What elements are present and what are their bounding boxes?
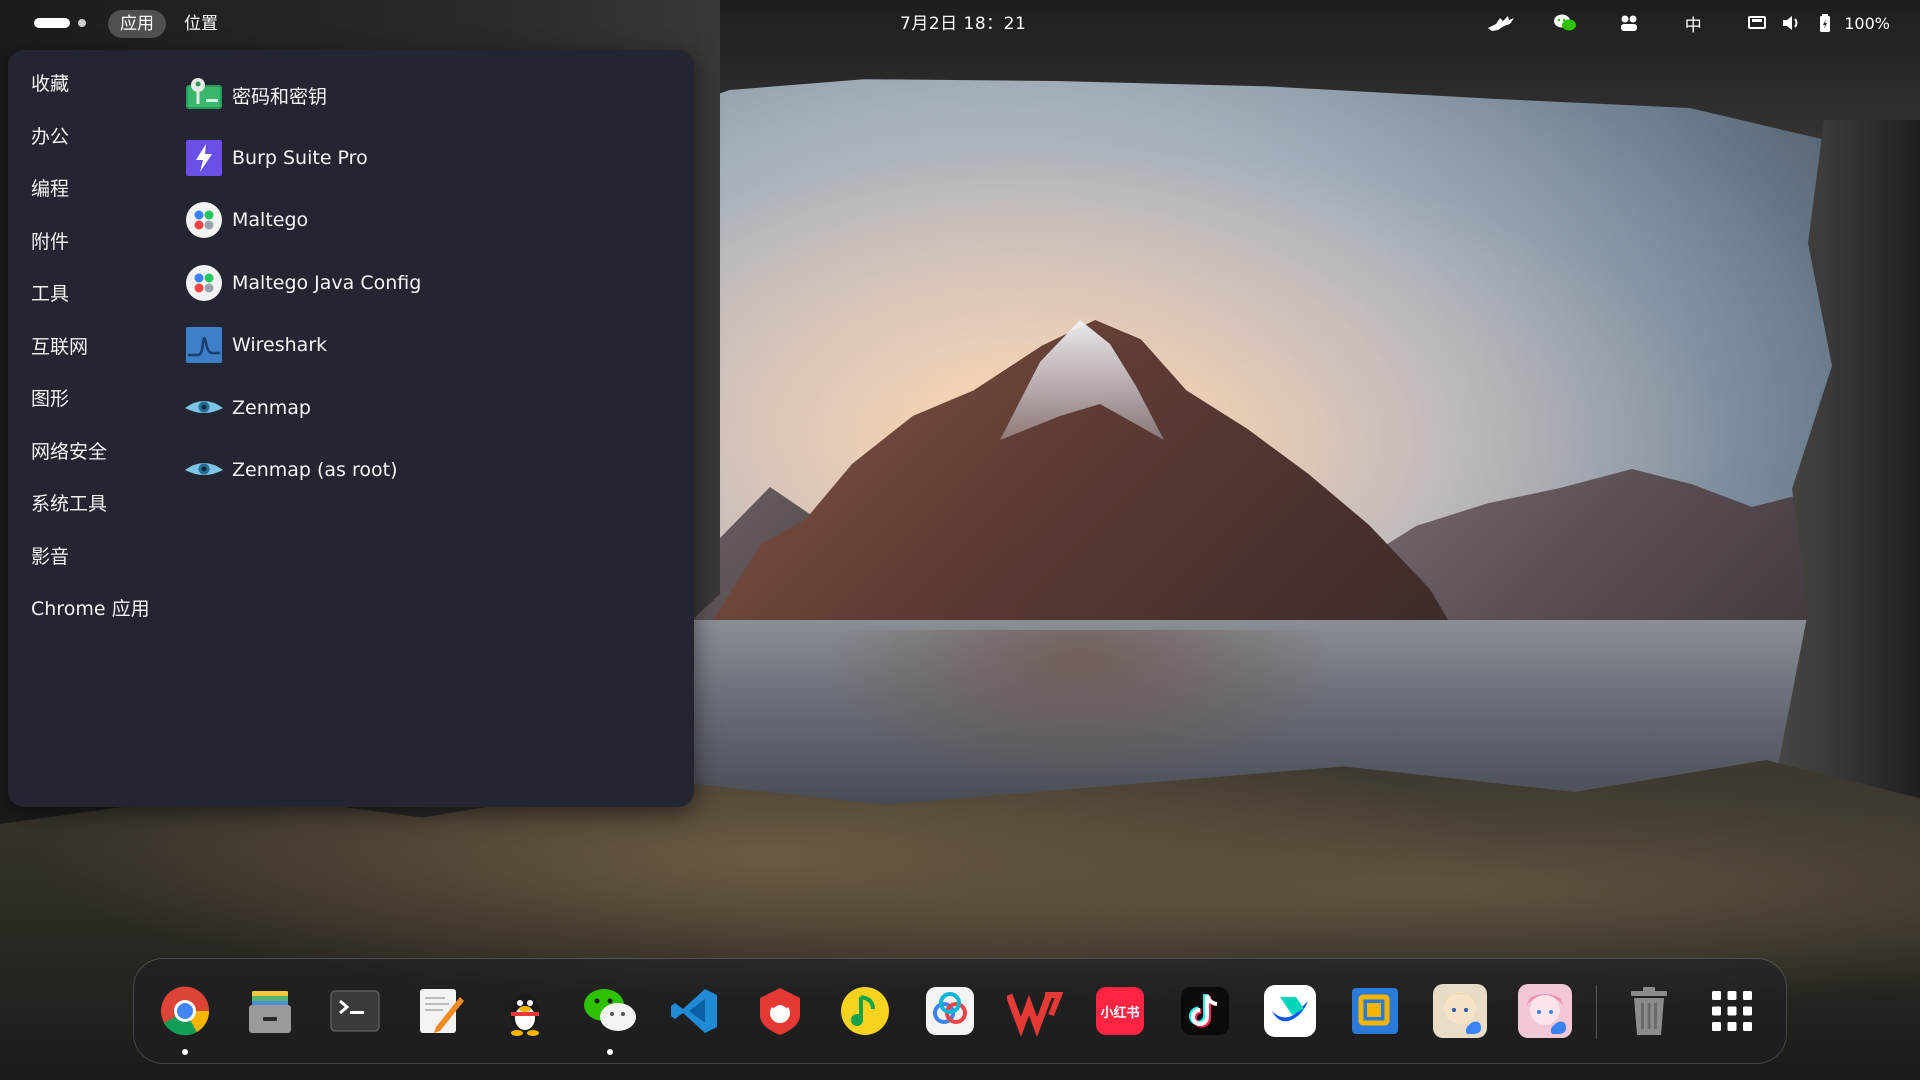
- category-programming[interactable]: 编程: [8, 169, 178, 222]
- top-panel: 应用 位置 7月2日 18：21 中 100%: [0, 0, 1920, 46]
- dock-virtual-machine[interactable]: [1345, 981, 1405, 1041]
- passwords-keys-icon: [184, 75, 224, 115]
- honkai-cloud-icon: [1518, 984, 1572, 1038]
- category-system-tools[interactable]: 系统工具: [8, 484, 178, 537]
- applications-menu-button[interactable]: 应用: [108, 10, 166, 38]
- dock-terminal[interactable]: [325, 981, 385, 1041]
- dock-qq[interactable]: [495, 981, 555, 1041]
- meeting-tray-icon[interactable]: [1614, 8, 1644, 38]
- workspace-indicator[interactable]: [34, 18, 86, 28]
- dock-red-shield-app[interactable]: [750, 981, 810, 1041]
- app-item-maltego[interactable]: Maltego: [184, 189, 674, 252]
- terminal-icon: [330, 990, 380, 1032]
- trash-icon: [1631, 987, 1667, 1035]
- maltego-icon: [184, 200, 224, 240]
- xiaohongshu-icon: 小红书: [1096, 987, 1144, 1035]
- feishu-icon: [1264, 985, 1316, 1037]
- app-item-maltego-java-config[interactable]: Maltego Java Config: [184, 252, 674, 315]
- xiaohongshu-label: 小红书: [1100, 1005, 1139, 1021]
- dock-wechat[interactable]: [580, 981, 640, 1055]
- app-item-burp-suite[interactable]: Burp Suite Pro: [184, 127, 674, 190]
- app-item-zenmap-root[interactable]: Zenmap (as root): [184, 439, 674, 502]
- category-favorites[interactable]: 收藏: [8, 64, 178, 117]
- clock[interactable]: 7月2日 18：21: [900, 10, 1026, 38]
- category-office[interactable]: 办公: [8, 117, 178, 170]
- screen-indicator-icon[interactable]: [1742, 8, 1772, 38]
- dock-vscode[interactable]: [665, 981, 725, 1041]
- zenmap-eye-icon: [184, 388, 224, 428]
- app-name: Zenmap: [232, 396, 311, 419]
- running-indicator: [607, 1049, 613, 1055]
- wechat-tray-icon[interactable]: [1550, 8, 1580, 38]
- battery-icon[interactable]: [1810, 8, 1840, 38]
- wallpaper-lake-reflection: [820, 630, 1340, 780]
- volume-icon[interactable]: [1776, 8, 1806, 38]
- dock-file-manager[interactable]: [240, 981, 300, 1041]
- applications-menu: 收藏 办公 编程 附件 工具 互联网 图形 网络安全 系统工具 影音 Chrom…: [8, 50, 694, 807]
- fox-app-tray-icon[interactable]: [1486, 8, 1516, 38]
- chrome-icon: [161, 986, 210, 1036]
- input-method-indicator[interactable]: 中: [1678, 8, 1708, 38]
- dock-app-grid[interactable]: [1702, 981, 1762, 1041]
- file-manager-icon: [249, 991, 291, 1033]
- app-item-wireshark[interactable]: Wireshark: [184, 314, 674, 377]
- genshin-cloud-icon: [1433, 984, 1487, 1038]
- battery-percentage[interactable]: 100%: [1844, 14, 1890, 33]
- dock-tiktok[interactable]: [1175, 981, 1235, 1041]
- places-menu-button[interactable]: 位置: [172, 10, 230, 38]
- workspace-active-pill[interactable]: [34, 18, 70, 28]
- category-multimedia[interactable]: 影音: [8, 537, 178, 590]
- baidu-netdisk-icon: [926, 987, 974, 1035]
- app-grid-icon: [1712, 991, 1752, 1031]
- dock-qq-music[interactable]: [835, 981, 895, 1041]
- dock-xiaohongshu[interactable]: 小红书: [1090, 981, 1150, 1041]
- dock-wps-office[interactable]: [1005, 981, 1065, 1041]
- app-name: 密码和密钥: [232, 85, 328, 108]
- app-name: Zenmap (as root): [232, 459, 398, 482]
- dock-feishu[interactable]: [1260, 981, 1320, 1041]
- app-name: Maltego: [232, 209, 309, 232]
- dock-baidu-netdisk[interactable]: [920, 981, 980, 1041]
- app-name: Wireshark: [232, 334, 328, 357]
- dock: 小红书: [133, 958, 1787, 1064]
- dock-separator: [1596, 985, 1597, 1039]
- app-item-passwords-keys[interactable]: 密码和密钥: [184, 64, 674, 127]
- burp-suite-icon: [184, 138, 224, 178]
- qq-penguin-icon: [510, 994, 540, 1036]
- category-network-security[interactable]: 网络安全: [8, 432, 178, 485]
- virtual-machine-icon: [1352, 988, 1398, 1034]
- wireshark-icon: [184, 325, 224, 365]
- dock-chrome[interactable]: [155, 981, 215, 1055]
- text-editor-icon: [420, 989, 464, 1033]
- category-internet[interactable]: 互联网: [8, 327, 178, 380]
- dock-genshin-cloud[interactable]: [1430, 981, 1490, 1041]
- app-name: Burp Suite Pro: [232, 146, 368, 169]
- category-list: 收藏 办公 编程 附件 工具 互联网 图形 网络安全 系统工具 影音 Chrom…: [8, 64, 178, 642]
- dock-trash[interactable]: [1619, 981, 1679, 1041]
- qq-music-icon: [841, 987, 889, 1035]
- category-tools[interactable]: 工具: [8, 274, 178, 327]
- vscode-icon: [671, 989, 717, 1033]
- category-graphics[interactable]: 图形: [8, 379, 178, 432]
- running-indicator: [182, 1049, 188, 1055]
- zenmap-eye-icon: [184, 450, 224, 490]
- app-list: 密码和密钥 Burp Suite Pro Maltego Maltego Jav…: [184, 64, 674, 502]
- app-item-zenmap[interactable]: Zenmap: [184, 377, 674, 440]
- tiktok-icon: [1181, 987, 1229, 1035]
- app-name: Maltego Java Config: [232, 271, 422, 294]
- system-tray: 中 100%: [1482, 8, 1890, 38]
- category-chrome-apps[interactable]: Chrome 应用: [8, 589, 178, 642]
- maltego-icon: [184, 263, 224, 303]
- red-shield-app-icon: [760, 988, 800, 1035]
- workspace-dot[interactable]: [78, 19, 86, 27]
- wps-office-icon: [1007, 992, 1063, 1037]
- category-accessories[interactable]: 附件: [8, 222, 178, 275]
- dock-honkai-cloud[interactable]: [1515, 981, 1575, 1041]
- wechat-icon: [584, 989, 636, 1031]
- dock-text-editor[interactable]: [410, 981, 470, 1041]
